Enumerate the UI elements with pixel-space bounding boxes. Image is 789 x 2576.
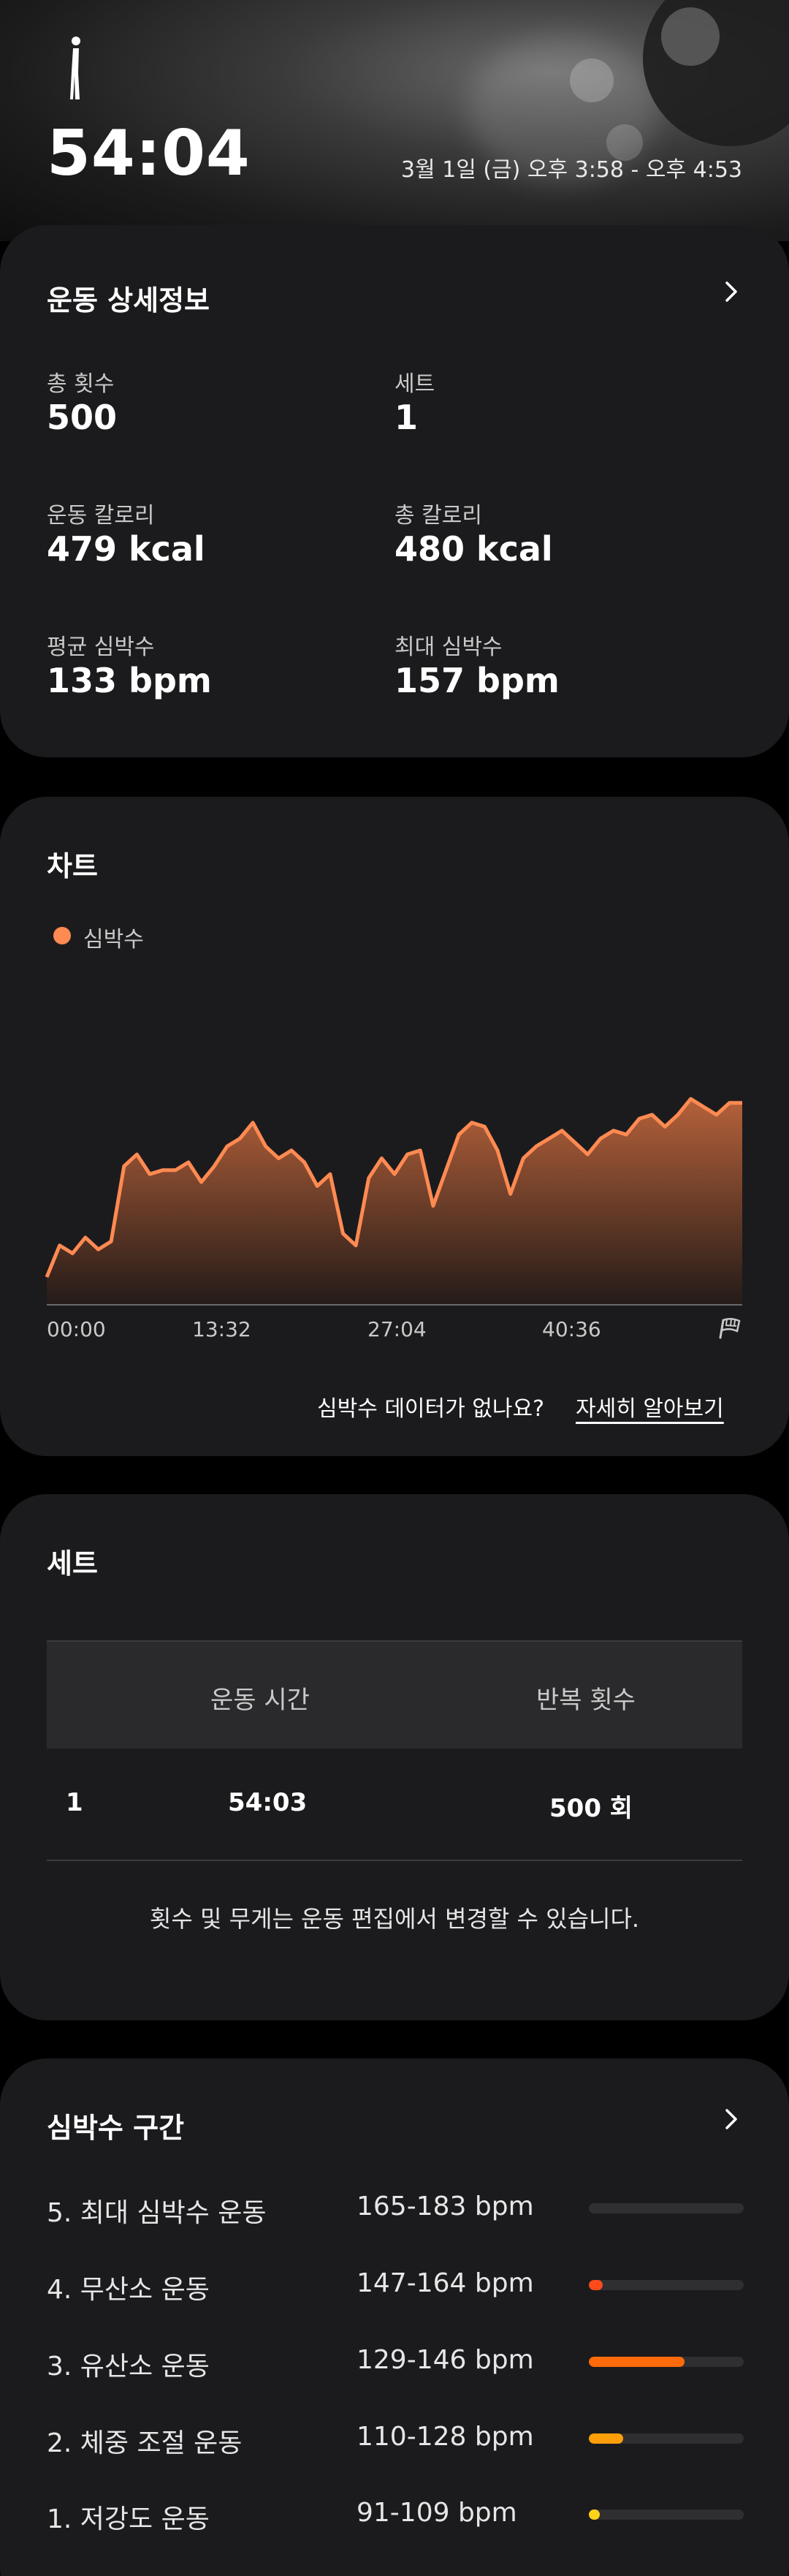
- table-divider: [47, 1860, 742, 1861]
- zone-bar-fill: [589, 2280, 603, 2290]
- zone-range: 110-128 bpm: [357, 2422, 534, 2452]
- zone-range: 147-164 bpm: [357, 2268, 534, 2298]
- set-index: 1: [66, 1788, 83, 1817]
- details-title: 운동 상세정보: [47, 284, 210, 317]
- sets-edit-note: 횟수 및 무게는 운동 편집에서 변경할 수 있습니다.: [149, 1905, 640, 1933]
- stat-label-avg-heart-rate: 평균 심박수: [47, 634, 155, 660]
- exercise-figure-icon: [70, 37, 80, 99]
- no-heart-rate-data-text: 심박수 데이터가 없나요?: [317, 1396, 544, 1422]
- chart-title: 차트: [47, 850, 98, 882]
- heart-rate-area: [47, 1099, 742, 1305]
- workout-duration: 54:04: [47, 117, 251, 190]
- sets-title: 세트: [47, 1548, 98, 1580]
- zone-name: 4. 무산소 운동: [47, 2275, 210, 2305]
- zones-title: 심박수 구간: [47, 2112, 185, 2144]
- zone-range: 165-183 bpm: [357, 2192, 534, 2221]
- stat-value-sets: 1: [394, 398, 419, 437]
- x-tick-label: 13:32: [192, 1317, 251, 1341]
- legend-heart-rate-label: 심박수: [83, 927, 144, 952]
- workout-hero-image: 54:04 3월 1일 (금) 오후 3:58 - 오후 4:53: [0, 0, 789, 241]
- zone-name: 2. 체중 조절 운동: [47, 2428, 243, 2458]
- zone-bar-fill: [589, 2509, 600, 2520]
- column-header-reps: 반복 횟수: [536, 1686, 636, 1715]
- column-header-time: 운동 시간: [210, 1686, 310, 1715]
- stat-label-total-reps: 총 횟수: [47, 371, 115, 397]
- stat-value-total-reps: 500: [47, 398, 118, 437]
- zone-bar: [589, 2203, 744, 2213]
- zone-range: 91-109 bpm: [357, 2498, 517, 2528]
- finish-flag-icon: [719, 1318, 741, 1339]
- zone-bar-fill: [589, 2433, 623, 2444]
- zone-bar-fill: [589, 2357, 685, 2367]
- stat-value-workout-calories: 479 kcal: [47, 529, 205, 569]
- learn-more-link[interactable]: 자세히 알아보기: [576, 1390, 724, 1423]
- zone-name: 3. 유산소 운동: [47, 2352, 210, 2382]
- stat-label-total-calories: 총 칼로리: [394, 503, 482, 529]
- sets-card: 세트 운동 시간 반복 횟수 1 54:03 500 회 횟수 및 무게는 운동…: [0, 1494, 789, 2020]
- stat-value-total-calories: 480 kcal: [394, 529, 553, 569]
- zone-name: 5. 최대 심박수 운동: [47, 2198, 267, 2228]
- zone-bar: [589, 2280, 744, 2290]
- set-time: 54:03: [228, 1788, 308, 1817]
- stat-label-max-heart-rate: 최대 심박수: [394, 634, 503, 660]
- stat-value-avg-heart-rate: 133 bpm: [47, 661, 212, 700]
- x-tick-label: 00:00: [47, 1317, 106, 1341]
- heart-rate-zones-card[interactable]: 심박수 구간 5. 최대 심박수 운동 165-183 bpm 4. 무산소 운…: [0, 2058, 789, 2576]
- workout-details-card[interactable]: 운동 상세정보 총 횟수 500 세트 1 운동 칼로리 479 kcal 총 …: [0, 225, 789, 757]
- stat-value-max-heart-rate: 157 bpm: [394, 661, 560, 700]
- stat-label-workout-calories: 운동 칼로리: [47, 503, 155, 529]
- zone-range: 129-146 bpm: [357, 2345, 534, 2375]
- zone-bar: [589, 2509, 744, 2520]
- chevron-right-icon[interactable]: [720, 2108, 742, 2130]
- zone-bar: [589, 2433, 744, 2444]
- zone-bar: [589, 2357, 744, 2367]
- chart-card: 차트 심박수 00:00 13:32 27:04 40:36 심박수 데이터가 …: [0, 797, 789, 1456]
- workout-date-range: 3월 1일 (금) 오후 3:58 - 오후 4:53: [400, 157, 742, 183]
- legend-heart-rate-dot: [53, 927, 71, 944]
- x-tick-label: 40:36: [542, 1317, 601, 1341]
- set-reps: 500 회: [549, 1794, 633, 1823]
- zone-name: 1. 저강도 운동: [47, 2504, 210, 2534]
- sets-table-header: 운동 시간 반복 횟수: [47, 1640, 742, 1749]
- stat-label-sets: 세트: [394, 371, 435, 397]
- chevron-right-icon[interactable]: [720, 281, 742, 303]
- x-tick-label: 27:04: [367, 1317, 427, 1341]
